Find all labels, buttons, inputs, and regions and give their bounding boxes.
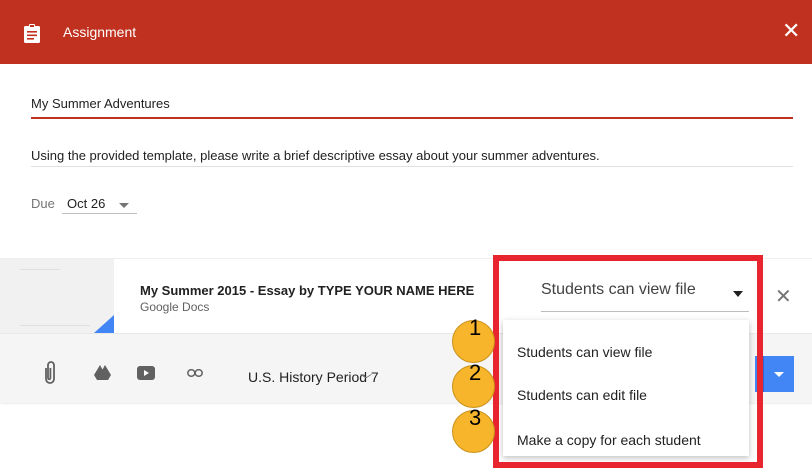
assign-button[interactable] bbox=[755, 356, 763, 392]
file-type: Google Docs bbox=[140, 300, 210, 314]
chevron-down-icon[interactable] bbox=[733, 291, 743, 297]
remove-attachment-icon[interactable]: ✕ bbox=[775, 284, 792, 309]
menu-item-copy[interactable]: Make a copy for each student bbox=[517, 432, 701, 448]
due-date-select[interactable]: Oct 26 bbox=[67, 196, 105, 211]
chevron-down-icon[interactable]: ﹀ bbox=[360, 371, 372, 388]
close-icon[interactable]: ✕ bbox=[782, 20, 800, 42]
file-name[interactable]: My Summer 2015 - Essay by TYPE YOUR NAME… bbox=[140, 283, 474, 298]
annotation-badge-3: 3 bbox=[452, 405, 495, 453]
due-label: Due bbox=[31, 196, 55, 211]
title-underline bbox=[31, 117, 793, 119]
file-thumbnail[interactable] bbox=[0, 259, 114, 333]
link-icon[interactable] bbox=[187, 369, 203, 377]
google-drive-icon[interactable] bbox=[94, 365, 111, 380]
dialog-header: Assignment ✕ bbox=[0, 0, 812, 64]
assignment-icon bbox=[24, 24, 40, 43]
paperclip-icon[interactable] bbox=[43, 360, 57, 386]
instructions-underline bbox=[31, 166, 793, 167]
chevron-down-icon[interactable] bbox=[119, 203, 129, 208]
assignment-title-input[interactable]: My Summer Adventures bbox=[31, 96, 170, 111]
dialog-title: Assignment bbox=[63, 24, 137, 40]
due-underline bbox=[62, 213, 137, 214]
doc-corner-icon bbox=[94, 315, 114, 333]
permission-menu: Students can view file Students can edit… bbox=[503, 320, 749, 456]
menu-item-view[interactable]: Students can view file bbox=[517, 344, 652, 360]
annotation-badge-1: 1 bbox=[452, 315, 495, 363]
assign-dropdown-button[interactable] bbox=[763, 356, 794, 392]
caret-down-icon bbox=[774, 372, 784, 377]
annotation-badge-2: 2 bbox=[452, 360, 495, 408]
youtube-icon[interactable] bbox=[137, 366, 155, 380]
permission-select[interactable]: Students can view file bbox=[541, 281, 696, 299]
menu-item-edit[interactable]: Students can edit file bbox=[517, 387, 647, 403]
instructions-input[interactable]: Using the provided template, please writ… bbox=[31, 148, 600, 163]
permission-underline bbox=[541, 311, 749, 312]
